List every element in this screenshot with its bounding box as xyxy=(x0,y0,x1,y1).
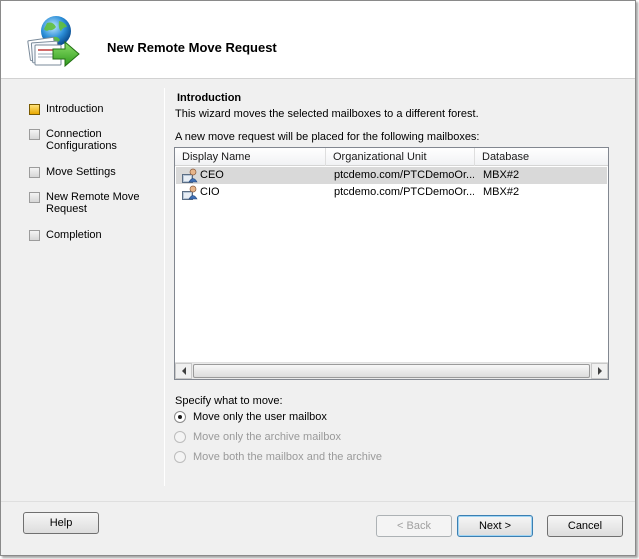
cancel-button[interactable]: Cancel xyxy=(547,515,623,537)
column-header-database[interactable]: Database xyxy=(475,148,608,166)
step-indicator xyxy=(29,192,40,203)
next-button[interactable]: Next > xyxy=(457,515,533,537)
footer-divider xyxy=(1,501,635,502)
step-label: Completion xyxy=(46,229,102,241)
wizard-title: New Remote Move Request xyxy=(107,40,277,55)
step-connection-configurations: Connection Configurations xyxy=(29,128,157,152)
radio-label[interactable]: Move only the user mailbox xyxy=(193,411,327,423)
user-mailbox-icon xyxy=(182,168,198,183)
mailbox-list-label: A new move request will be placed for th… xyxy=(175,131,480,143)
step-indicator xyxy=(29,129,40,140)
scrollbar-thumb[interactable] xyxy=(193,364,590,378)
mailbox-list[interactable]: Display Name Organizational Unit Databas… xyxy=(174,147,609,380)
page-title: Introduction xyxy=(177,92,242,104)
scroll-left-button[interactable] xyxy=(175,363,192,379)
step-indicator xyxy=(29,167,40,178)
radio-move-archive-mailbox[interactable]: Move only the archive mailbox xyxy=(174,431,341,443)
table-row[interactable]: CIO ptcdemo.com/PTCDemoOr... MBX#2 xyxy=(176,184,607,201)
cell-database: MBX#2 xyxy=(483,186,520,198)
user-mailbox-icon xyxy=(182,185,198,200)
radio-button[interactable] xyxy=(174,431,186,443)
move-options-label: Specify what to move: xyxy=(175,395,283,407)
radio-move-both[interactable]: Move both the mailbox and the archive xyxy=(174,451,382,463)
wizard-window: New Remote Move Request Introduction Con… xyxy=(0,0,636,556)
step-completion: Completion xyxy=(29,229,157,241)
radio-button[interactable] xyxy=(174,451,186,463)
cell-display-name: CIO xyxy=(200,186,220,198)
cell-display-name: CEO xyxy=(200,169,224,181)
list-header: Display Name Organizational Unit Databas… xyxy=(175,148,608,166)
table-row[interactable]: CEO ptcdemo.com/PTCDemoOr... MBX#2 xyxy=(176,167,607,184)
step-current-indicator xyxy=(29,104,40,115)
column-header-display-name[interactable]: Display Name xyxy=(175,148,326,166)
radio-label[interactable]: Move only the archive mailbox xyxy=(193,431,341,443)
back-button[interactable]: < Back xyxy=(376,515,452,537)
cell-organizational-unit: ptcdemo.com/PTCDemoOr... xyxy=(334,169,474,181)
page-description: This wizard moves the selected mailboxes… xyxy=(175,108,479,120)
step-label: Move Settings xyxy=(46,166,116,178)
arrow-left-icon xyxy=(181,367,186,375)
radio-move-user-mailbox[interactable]: Move only the user mailbox xyxy=(174,411,327,423)
arrow-right-icon xyxy=(597,367,602,375)
step-move-settings: Move Settings xyxy=(29,166,157,178)
step-label: New Remote Move Request xyxy=(46,191,140,215)
move-mailbox-globe-icon xyxy=(27,16,80,68)
cell-database: MBX#2 xyxy=(483,169,520,181)
step-introduction: Introduction xyxy=(29,103,157,115)
wizard-header: New Remote Move Request xyxy=(1,1,635,79)
horizontal-scrollbar[interactable] xyxy=(175,362,608,379)
step-indicator xyxy=(29,230,40,241)
radio-label[interactable]: Move both the mailbox and the archive xyxy=(193,451,382,463)
radio-button[interactable] xyxy=(174,411,186,423)
column-header-organizational-unit[interactable]: Organizational Unit xyxy=(326,148,475,166)
step-label: Introduction xyxy=(46,103,104,115)
step-label: Connection Configurations xyxy=(46,128,117,152)
cell-organizational-unit: ptcdemo.com/PTCDemoOr... xyxy=(334,186,474,198)
help-button[interactable]: Help xyxy=(23,512,99,534)
scroll-right-button[interactable] xyxy=(591,363,608,379)
steps-divider xyxy=(164,88,165,486)
step-new-remote-move-request: New Remote Move Request xyxy=(29,191,157,215)
